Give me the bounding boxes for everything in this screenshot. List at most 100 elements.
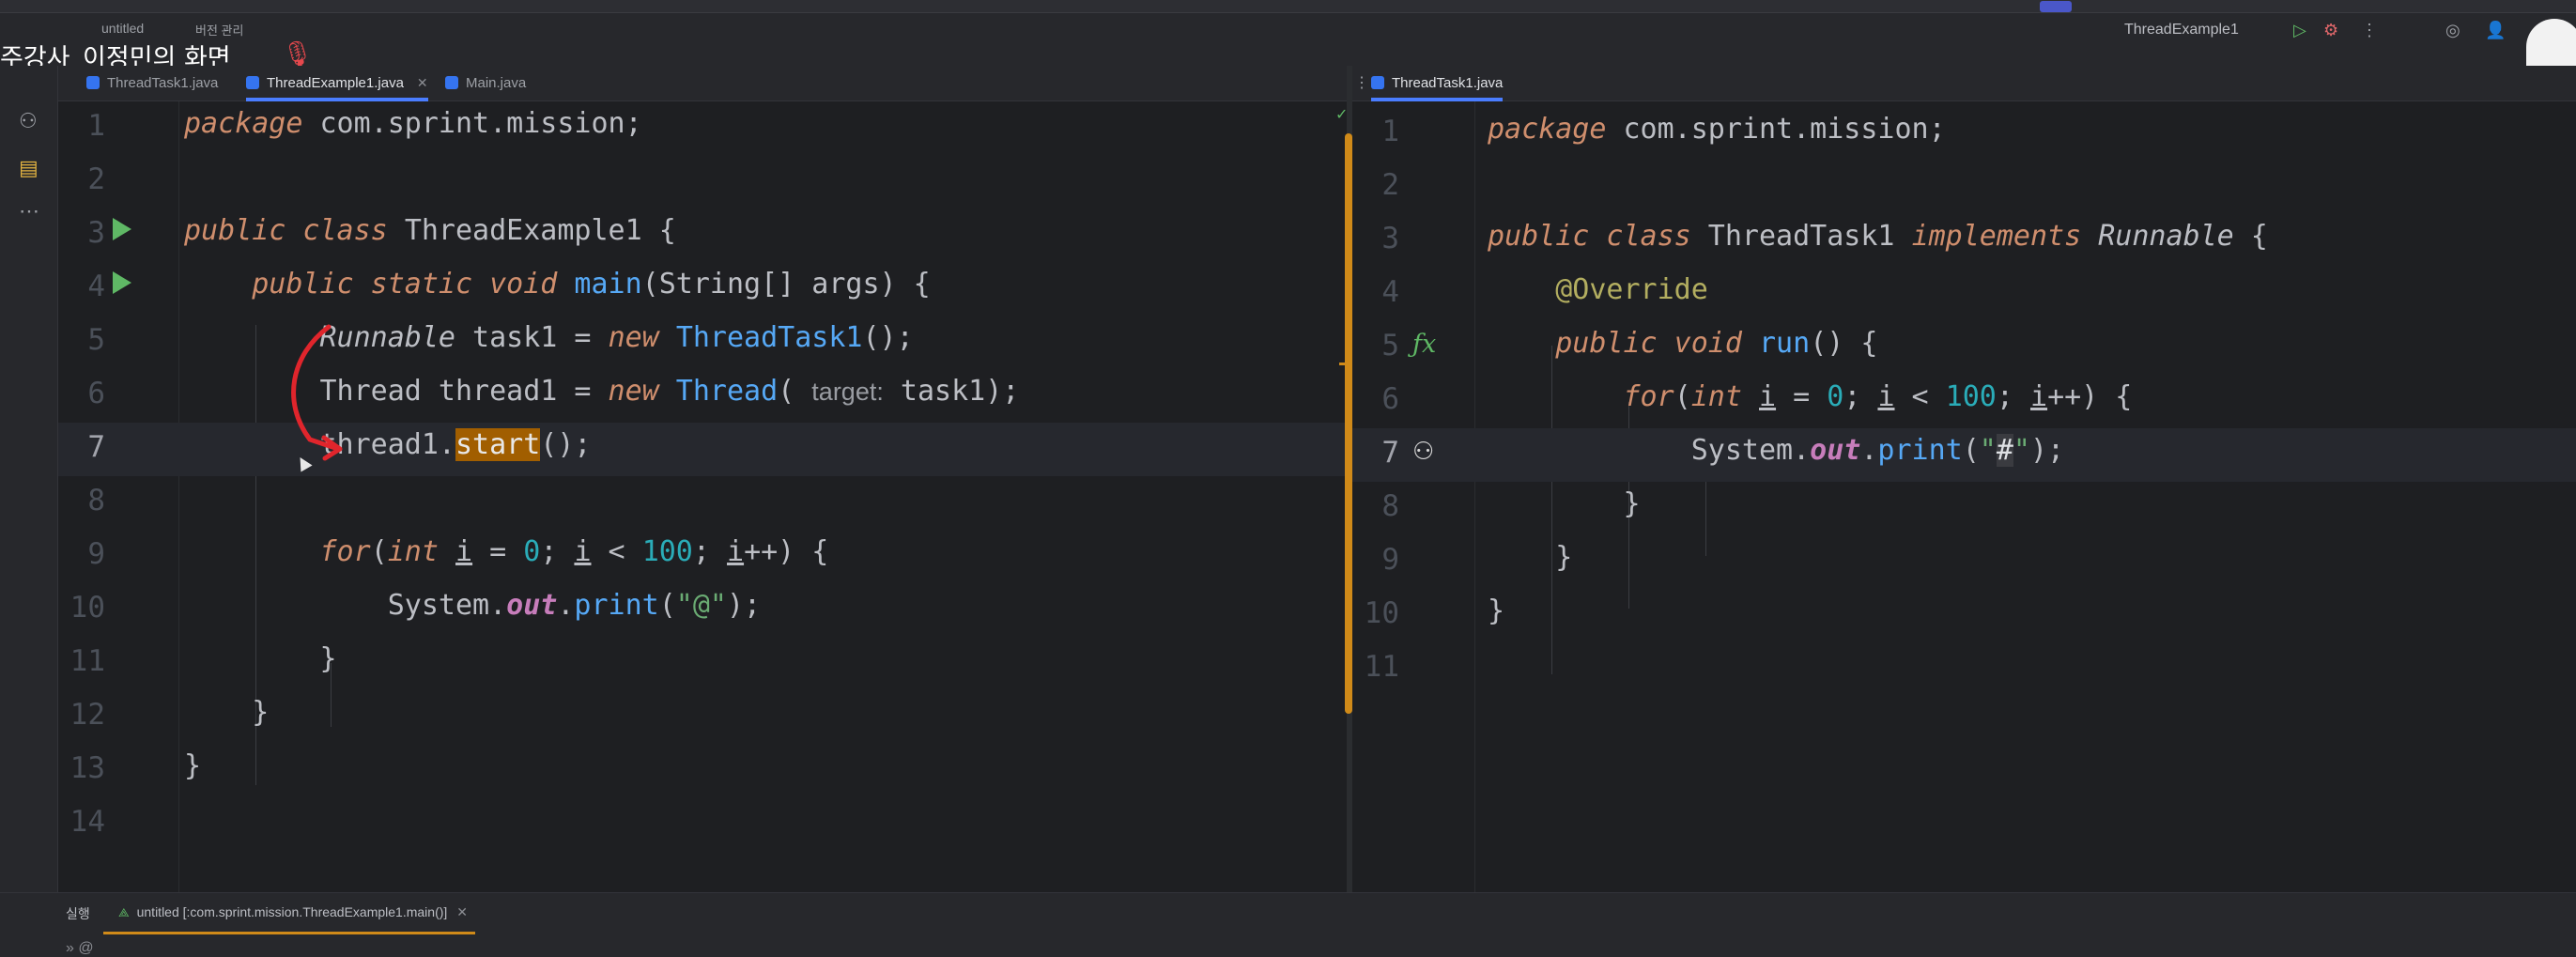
line-number: 13: [69, 751, 105, 785]
code-line-current: 7 thread1.start();: [58, 423, 1347, 476]
line-number: 8: [87, 484, 105, 517]
line-number: 10: [1364, 596, 1399, 630]
run-gutter-icon[interactable]: [113, 218, 131, 240]
code-text: }: [184, 696, 270, 729]
run-config-icon: ⟁: [118, 905, 130, 919]
code-line: 4 public static void main(String[] args)…: [58, 262, 1347, 316]
run-config-selector[interactable]: ThreadExample1: [2124, 22, 2239, 39]
code-line: 1 package com.sprint.mission;: [58, 101, 1347, 155]
editor-threadtask1[interactable]: 1 package com.sprint.mission; 2 3 public…: [1352, 101, 2576, 892]
code-line-current: 7 ⚇ System.out.print("#");: [1352, 428, 2576, 482]
parameter-hint: target:: [811, 378, 884, 406]
code-line: 11 }: [58, 637, 1347, 690]
code-text: public class ThreadExample1 {: [184, 214, 676, 247]
ai-assistant-icon[interactable]: ◎: [2445, 21, 2460, 40]
vcs-selector[interactable]: 버전 관리: [195, 21, 243, 39]
annotation-arrow: [291, 324, 343, 461]
line-number: 1: [1381, 115, 1399, 148]
line-number: 8: [1381, 489, 1399, 523]
project-selector[interactable]: untitled: [101, 21, 144, 36]
checkmark-icon: ✓: [1335, 107, 1349, 123]
code-line: 2: [1352, 161, 2576, 214]
code-line: 12 }: [58, 690, 1347, 744]
code-text: package com.sprint.mission;: [1488, 113, 1946, 146]
line-number: 5: [87, 323, 105, 357]
tab-threadtask1-right[interactable]: ThreadTask1.java: [1371, 66, 1504, 101]
run-tab[interactable]: ⟁ untitled [:com.sprint.mission.ThreadExa…: [102, 893, 476, 934]
scrollbar[interactable]: [1345, 133, 1352, 714]
code-line: 9 }: [1352, 535, 2576, 589]
tab-main[interactable]: Main.java: [445, 66, 526, 101]
right-tab-bar: ⋮ ThreadTask1.java: [1352, 66, 2576, 101]
java-file-icon: [86, 76, 100, 89]
code-text: @Override: [1555, 273, 1708, 306]
code-line: 10 }: [1352, 589, 2576, 642]
tab-label: ThreadTask1.java: [107, 75, 219, 91]
more-icon[interactable]: ⋮: [2361, 21, 2378, 40]
java-file-icon: [1371, 76, 1384, 89]
code-text: public static void main(String[] args) {: [252, 268, 931, 301]
code-line: 1 package com.sprint.mission;: [1352, 107, 2576, 161]
code-line: 8 }: [1352, 482, 2576, 535]
line-number: 9: [1381, 543, 1399, 577]
account-icon[interactable]: 👤: [2485, 21, 2506, 40]
code-line: 2: [58, 155, 1347, 208]
line-number: 1: [87, 109, 105, 143]
code-text: }: [1488, 487, 1641, 520]
line-number: 6: [87, 377, 105, 410]
line-number: 9: [87, 537, 105, 571]
line-number: 11: [69, 644, 105, 678]
line-number: 4: [1381, 275, 1399, 309]
run-gutter-icon[interactable]: [113, 271, 131, 294]
code-text: }: [184, 749, 202, 782]
close-icon[interactable]: ✕: [417, 75, 428, 90]
tab-label: ThreadTask1.java: [1392, 75, 1504, 91]
code-line: 5 ƒx public void run() {: [1352, 321, 2576, 375]
code-line: 3 public class ThreadExample1 {: [58, 208, 1347, 262]
debug-icon[interactable]: ⚙: [2323, 21, 2338, 40]
code-text: for(int i = 0; i < 100; i++) {: [1623, 380, 2133, 413]
code-line: 6 for(int i = 0; i < 100; i++) {: [1352, 375, 2576, 428]
run-tab-label: untitled [:com.sprint.mission.ThreadExam…: [136, 904, 448, 919]
editor-threadexample1[interactable]: 1 package com.sprint.mission; 2 3 public…: [58, 101, 1347, 892]
line-number: 11: [1364, 650, 1399, 684]
code-text: thread1.start();: [184, 428, 592, 461]
code-line: 6 Thread thread1 = new Thread( target: t…: [58, 369, 1347, 423]
breakpoint-gutter-icon[interactable]: ⚇: [1412, 437, 1434, 466]
code-line: 8: [58, 476, 1347, 530]
line-number: 7: [87, 430, 105, 464]
code-text: System.out.print("#");: [1488, 434, 2065, 467]
code-line: 9 for(int i = 0; i < 100; i++) {: [58, 530, 1347, 583]
override-gutter-icon[interactable]: ƒx: [1412, 330, 1436, 359]
tab-threadexample1[interactable]: ThreadExample1.java ✕: [246, 66, 428, 101]
tab-label: Main.java: [466, 75, 527, 91]
left-tool-strip: ⚇ ▤ ⋯: [0, 66, 58, 892]
run-icon[interactable]: ▷: [2293, 21, 2306, 40]
code-line: 10 System.out.print("@");: [58, 583, 1347, 637]
line-number: 10: [69, 591, 105, 625]
console-output: » @: [66, 940, 94, 956]
scroll-marker: [1339, 363, 1352, 365]
run-panel: 실행 ⟁ untitled [:com.sprint.mission.Thread…: [0, 892, 2576, 957]
line-number: 4: [87, 270, 105, 303]
code-text: }: [1488, 594, 1505, 627]
code-line: 5 Runnable task1 = new ThreadTask1();: [58, 316, 1347, 369]
close-icon[interactable]: ✕: [456, 904, 468, 919]
code-text: }: [184, 642, 337, 675]
line-number: 6: [1381, 382, 1399, 416]
line-number: 3: [87, 216, 105, 250]
java-file-icon: [445, 76, 458, 89]
left-tab-bar: ThreadTask1.java ThreadExample1.java ✕ Ma…: [58, 66, 1347, 101]
mac-menu-bar: [0, 0, 2576, 13]
tab-threadtask1[interactable]: ThreadTask1.java: [86, 66, 218, 101]
line-number: 7: [1381, 436, 1399, 470]
structure-icon[interactable]: ▤: [19, 156, 39, 180]
highlighted-token: start: [455, 428, 541, 461]
git-icon[interactable]: ⚇: [19, 109, 38, 133]
line-number: 5: [1381, 329, 1399, 363]
kebab-icon[interactable]: ⋮: [1354, 73, 1369, 92]
more-tools-icon[interactable]: ⋯: [19, 199, 39, 224]
line-number: 14: [69, 805, 105, 839]
code-line: 3 public class ThreadTask1 implements Ru…: [1352, 214, 2576, 268]
code-text: System.out.print("@");: [184, 589, 762, 622]
